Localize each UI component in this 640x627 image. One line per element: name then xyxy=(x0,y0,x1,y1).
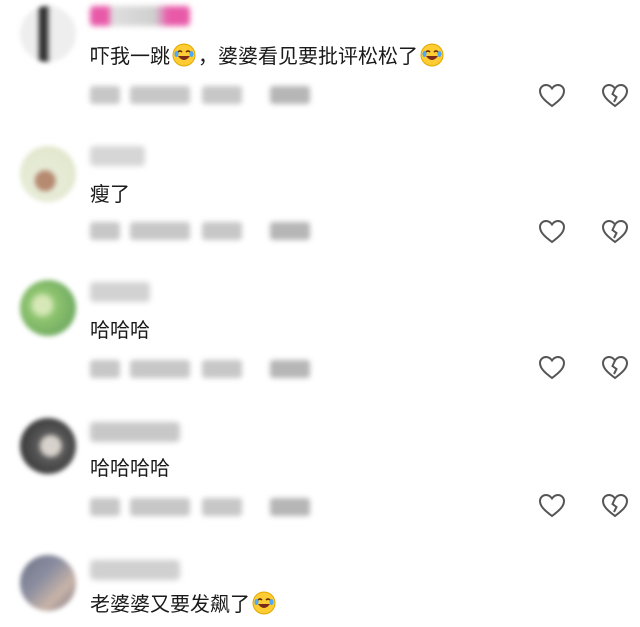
comment-text-part: 老婆婆又要发飙了 xyxy=(90,592,250,616)
comment-text: 瘦了 xyxy=(90,180,130,208)
comment-text-part: ，婆婆看见要批评松松了 xyxy=(198,44,418,68)
username[interactable] xyxy=(90,560,180,580)
dislike-button[interactable] xyxy=(601,218,629,246)
reply-button[interactable] xyxy=(270,222,310,240)
comment-meta xyxy=(90,86,320,104)
broken-heart-icon xyxy=(601,219,629,244)
heart-outline-icon xyxy=(538,219,566,244)
comment-meta xyxy=(90,360,320,378)
like-button[interactable] xyxy=(538,354,566,382)
dislike-button[interactable] xyxy=(601,354,629,382)
avatar[interactable] xyxy=(20,280,76,336)
comment-text-part: 哈哈哈哈 xyxy=(90,456,170,480)
avatar[interactable] xyxy=(20,418,76,474)
avatar[interactable] xyxy=(20,555,76,611)
reply-button[interactable] xyxy=(270,360,310,378)
comment-text: 吓我一跳 ，婆婆看见要批评松松了 xyxy=(90,42,446,70)
heart-outline-icon xyxy=(538,493,566,518)
username[interactable] xyxy=(90,282,150,302)
comment-text-part: 瘦了 xyxy=(90,182,130,206)
comment-text-part: 哈哈哈 xyxy=(90,318,150,342)
username[interactable] xyxy=(90,146,145,166)
comment-text: 哈哈哈哈 xyxy=(90,454,170,482)
heart-outline-icon xyxy=(538,355,566,380)
comment-text: 哈哈哈 xyxy=(90,316,150,344)
dislike-button[interactable] xyxy=(601,82,629,110)
laughing-crying-emoji-icon xyxy=(252,591,276,615)
like-button[interactable] xyxy=(538,82,566,110)
avatar[interactable] xyxy=(20,6,76,62)
laughing-crying-emoji-icon xyxy=(420,43,444,67)
broken-heart-icon xyxy=(601,83,629,108)
reply-button[interactable] xyxy=(270,86,310,104)
reply-button[interactable] xyxy=(270,498,310,516)
dislike-button[interactable] xyxy=(601,492,629,520)
comment-meta xyxy=(90,222,320,240)
broken-heart-icon xyxy=(601,493,629,518)
heart-outline-icon xyxy=(538,83,566,108)
comment-text: 老婆婆又要发飙了 xyxy=(90,590,278,618)
comment-meta xyxy=(90,498,320,516)
comment-text-part: 吓我一跳 xyxy=(90,44,170,68)
username[interactable] xyxy=(90,6,190,26)
like-button[interactable] xyxy=(538,218,566,246)
broken-heart-icon xyxy=(601,355,629,380)
laughing-crying-emoji-icon xyxy=(172,43,196,67)
like-button[interactable] xyxy=(538,492,566,520)
avatar[interactable] xyxy=(20,146,76,202)
username[interactable] xyxy=(90,422,180,442)
